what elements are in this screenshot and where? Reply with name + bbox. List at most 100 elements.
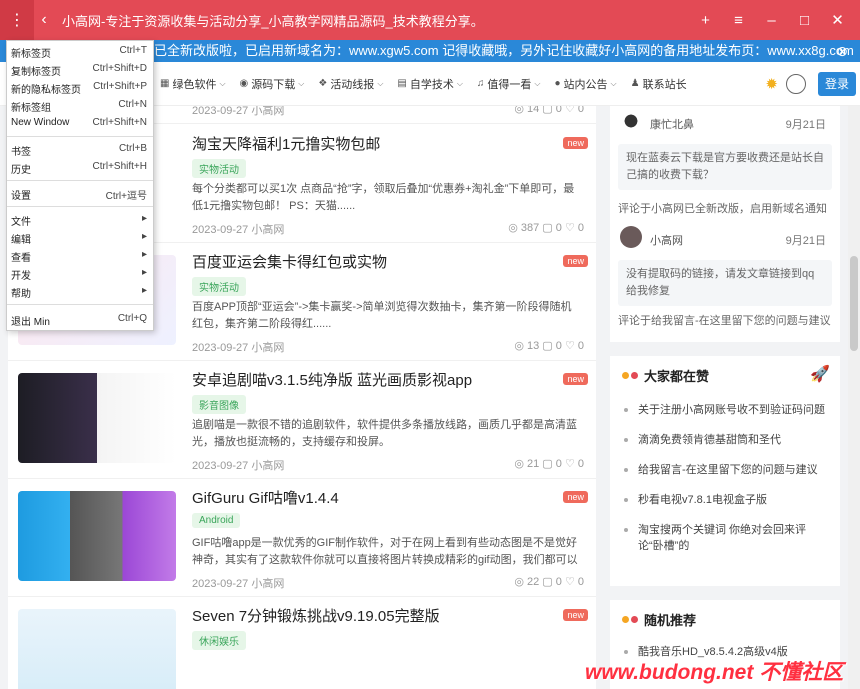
tasks-icon[interactable]: ≡: [722, 12, 755, 29]
menu-item-view[interactable]: 查看 ▸: [11, 249, 147, 264]
post-tag[interactable]: Android: [192, 513, 241, 528]
menu-item-new-group[interactable]: 新标签组 Ctrl+N: [11, 99, 147, 114]
menu-label: 编辑: [11, 235, 31, 246]
post-thumbnail[interactable]: [18, 609, 176, 689]
post-tag[interactable]: 休闲娱乐: [192, 631, 246, 650]
list-item[interactable]: GifGuru Gif咕噜v1.4.4 Android GIF咕噜app是一款优…: [8, 479, 596, 597]
menu-item-develop[interactable]: 开发 ▸: [11, 267, 147, 282]
theme-toggle-icon[interactable]: ✹: [765, 75, 778, 93]
menu-item-new-tab[interactable]: 新标签页 Ctrl+T: [11, 45, 147, 60]
avatar[interactable]: [620, 226, 642, 248]
menu-label: 新的隐私标签页: [11, 85, 81, 96]
comment-user[interactable]: 小高网: [650, 232, 683, 248]
list-item[interactable]: 给我留言-在这里留下您的问题与建议: [624, 462, 830, 478]
post-meta: 2023-09-27 小高网: [192, 221, 284, 237]
post-date: 2023-09-27: [192, 342, 249, 354]
nav-item-tech[interactable]: ▤ 自学技术 ⌵: [397, 76, 463, 92]
nav-item-software[interactable]: ▦ 绿色软件 ⌵: [160, 76, 226, 92]
comment-link[interactable]: 评论于小高网已全新改版，启用新域名通知: [618, 200, 827, 216]
post-tag[interactable]: 实物活动: [192, 159, 246, 178]
list-item[interactable]: 滴滴免费领肯德基甜筒和圣代: [624, 432, 830, 448]
menu-item-history[interactable]: 历史 Ctrl+Shift+H: [11, 161, 147, 176]
post-date: 2023-09-27: [192, 106, 249, 117]
nav-item-source[interactable]: ◉ 源码下载 ⌵: [240, 76, 305, 92]
post-stats: ◎ 22 ▢ 0 ♡ 0: [514, 576, 584, 588]
menu-item-edit[interactable]: 编辑 ▸: [11, 231, 147, 246]
menu-item-bookmarks[interactable]: 书签 Ctrl+B: [11, 143, 147, 158]
menu-item-private-tab[interactable]: 新的隐私标签页 Ctrl+Shift+P: [11, 81, 147, 96]
new-badge: new: [563, 137, 588, 149]
menu-label: New Window: [11, 117, 70, 128]
list-item[interactable]: 安卓追剧喵v3.1.5纯净版 蓝光画质影视app 影音图像 追剧喵是一款很不错的…: [8, 361, 596, 479]
avatar[interactable]: [620, 110, 642, 132]
nav-label: 活动线报: [330, 78, 375, 91]
menu-label: 退出 Min: [11, 317, 50, 328]
new-tab-icon[interactable]: +: [689, 12, 722, 29]
new-badge: new: [563, 373, 588, 385]
view-count: 22: [527, 576, 540, 588]
list-item[interactable]: 淘宝搜两个关键词 你绝对会回来评论“卧槽”的: [624, 522, 830, 554]
comment-link[interactable]: 评论于给我留言-在这里留下您的问题与建议: [618, 312, 831, 328]
menu-item-duplicate-tab[interactable]: 复制标签页 Ctrl+Shift+D: [11, 63, 147, 78]
menu-item-new-window[interactable]: New Window Ctrl+Shift+N: [11, 117, 147, 128]
comment-date: 9月21日: [785, 119, 826, 131]
post-author: 小高网: [251, 460, 285, 472]
menu-label: 历史: [11, 165, 31, 176]
post-title[interactable]: 百度亚运会集卡得红包或实物: [192, 251, 387, 272]
nav-item-contact[interactable]: ♟ 联系站长: [631, 76, 687, 92]
comment-text: 现在蓝奏云下载是官方要收费还是站长自己搞的收费下载？: [618, 144, 832, 190]
maximize-icon[interactable]: □: [788, 12, 821, 29]
close-icon[interactable]: ✕: [821, 11, 854, 29]
like-count: 0: [577, 106, 584, 115]
menu-item-quit[interactable]: 退出 Min Ctrl+Q: [11, 313, 147, 328]
widget-title: 大家都在赞: [644, 369, 710, 384]
post-tag[interactable]: 实物活动: [192, 277, 246, 296]
like-count: 0: [577, 222, 584, 234]
login-button[interactable]: 登录: [818, 72, 856, 96]
post-thumbnail[interactable]: [18, 373, 176, 463]
scrollbar[interactable]: [848, 106, 860, 689]
list-item[interactable]: 秒看电视v7.8.1电视盒子版: [624, 492, 830, 508]
app-menu: 新标签页 Ctrl+T 复制标签页 Ctrl+Shift+D 新的隐私标签页 Ctrl…: [6, 40, 154, 331]
post-title[interactable]: Seven 7分钟锻炼挑战v9.19.05完整版: [192, 605, 440, 626]
post-thumbnail[interactable]: [18, 491, 176, 581]
new-badge: new: [563, 491, 588, 503]
menu-item-help[interactable]: 帮助 ▸: [11, 285, 147, 300]
menu-item-settings[interactable]: 设置 Ctrl+逗号: [11, 187, 147, 202]
nav-item-activity[interactable]: ❖ 活动线报 ⌵: [318, 76, 383, 92]
post-title[interactable]: 安卓追剧喵v3.1.5纯净版 蓝光画质影视app: [192, 369, 472, 390]
scrollbar-thumb[interactable]: [850, 256, 858, 351]
like-count: 0: [577, 576, 584, 588]
qq-icon: ♟: [630, 78, 640, 89]
menu-item-file[interactable]: 文件 ▸: [11, 213, 147, 228]
chevron-right-icon: ▸: [141, 213, 147, 224]
nav-item-worth[interactable]: ♫ 值得一看 ⌵: [477, 76, 541, 92]
notice-close-icon[interactable]: ⊗: [836, 40, 848, 62]
dropbox-icon: ❖: [318, 78, 328, 89]
nav-item-announce[interactable]: ● 站内公告 ⌵: [555, 76, 617, 92]
post-stats: ◎ 387 ▢ 0 ♡ 0: [508, 222, 584, 234]
list-item[interactable]: 关于注册小高网账号收不到验证码问题: [624, 402, 830, 418]
back-icon[interactable]: ‹: [34, 11, 54, 29]
menu-label: 新标签页: [11, 49, 51, 60]
menu-shortcut: Ctrl+Q: [117, 313, 147, 324]
comment-count: 0: [555, 106, 562, 115]
chevron-down-icon: ⌵: [610, 78, 617, 88]
post-tag[interactable]: 影音图像: [192, 395, 246, 414]
post-author: 小高网: [251, 578, 285, 590]
menu-divider: [7, 180, 153, 181]
search-icon[interactable]: [786, 73, 806, 94]
view-count: 387: [520, 222, 540, 234]
chevron-down-icon: ⌵: [534, 78, 541, 88]
post-title[interactable]: 淘宝天降福利1元撸实物包邮: [192, 133, 380, 154]
menu-label: 开发: [11, 271, 31, 282]
nav-label: 联系站长: [642, 78, 687, 91]
view-count: 21: [527, 458, 540, 470]
list-item[interactable]: Seven 7分钟锻炼挑战v9.19.05完整版 休闲娱乐 new: [8, 597, 596, 689]
menu-icon[interactable]: ⋮: [0, 0, 34, 40]
comment-user[interactable]: 康忙北鼻: [650, 116, 694, 132]
post-stats: ◎ 13 ▢ 0 ♡ 0: [514, 340, 584, 352]
menu-label: 查看: [11, 253, 31, 264]
minimize-icon[interactable]: –: [755, 12, 788, 29]
post-title[interactable]: GifGuru Gif咕噜v1.4.4: [192, 487, 339, 508]
